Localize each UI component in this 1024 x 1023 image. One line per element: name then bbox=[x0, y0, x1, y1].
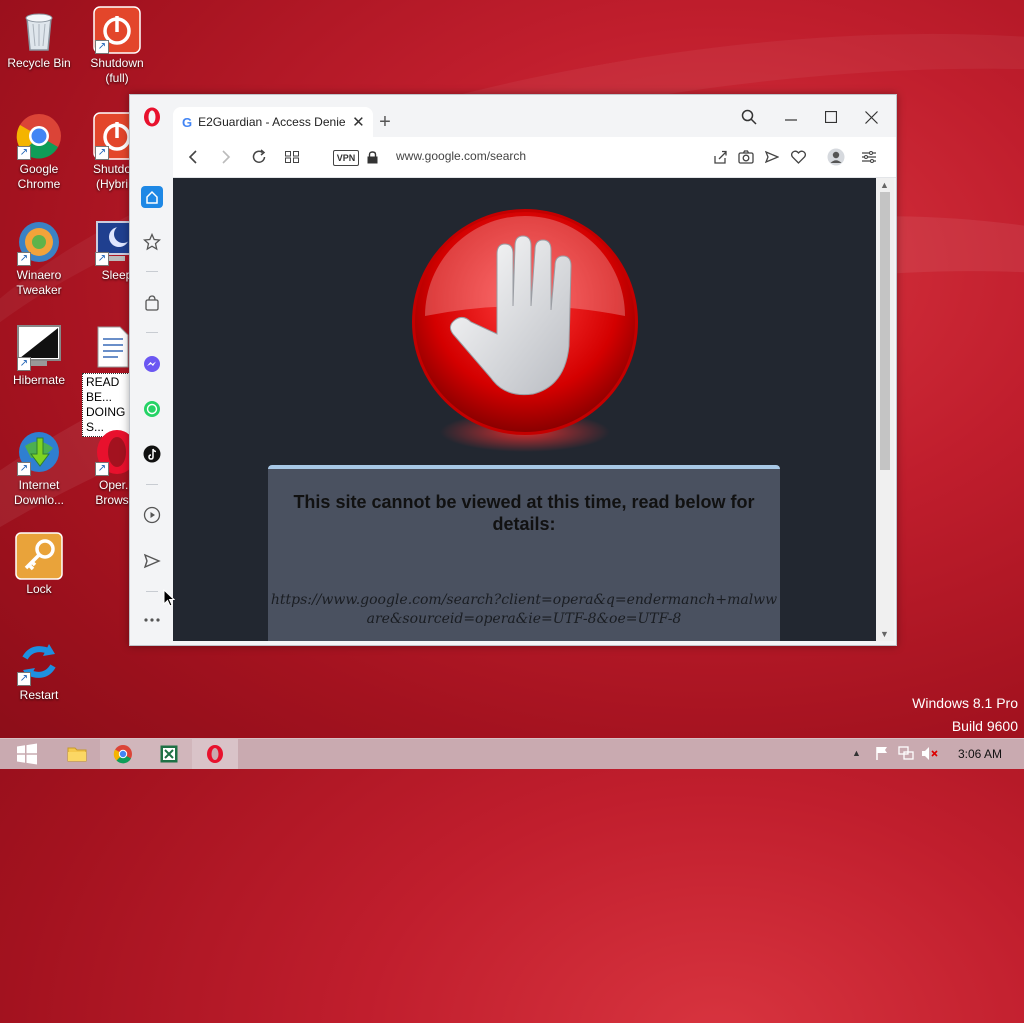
url-text[interactable]: www.google.com/search bbox=[396, 149, 526, 163]
shortcut-arrow-icon: ↗ bbox=[17, 252, 31, 266]
whatsapp-icon[interactable] bbox=[141, 398, 163, 420]
tiktok-icon[interactable] bbox=[141, 443, 163, 465]
send-icon[interactable] bbox=[141, 550, 163, 572]
shortcut-arrow-icon: ↗ bbox=[95, 462, 109, 476]
windows-version-watermark: Windows 8.1 Pro Build 9600 bbox=[912, 692, 1018, 738]
more-icon[interactable] bbox=[141, 609, 163, 631]
winaero-tweaker-icon: ↗ bbox=[15, 218, 63, 266]
desktop-icon-label: Shutdown (full) bbox=[90, 56, 144, 85]
shortcut-arrow-icon: ↗ bbox=[17, 146, 31, 160]
shortcut-arrow-icon: ↗ bbox=[17, 462, 31, 476]
send-to-flow-icon[interactable] bbox=[762, 147, 782, 167]
key-icon bbox=[15, 532, 63, 580]
desktop-icon-label: Internet Downlo... bbox=[13, 478, 65, 507]
lock-icon bbox=[365, 149, 379, 165]
player-icon[interactable] bbox=[141, 504, 163, 526]
new-tab-button[interactable]: + bbox=[373, 109, 397, 135]
recycle-bin-icon bbox=[15, 6, 63, 54]
blocked-url-line-1: https://www.google.com/search?client=ope… bbox=[270, 592, 778, 608]
bag-icon[interactable] bbox=[141, 292, 163, 314]
star-icon[interactable] bbox=[141, 231, 163, 253]
easy-setup-icon[interactable] bbox=[859, 147, 879, 167]
scroll-down-icon[interactable]: ▼ bbox=[880, 629, 889, 639]
vpn-badge[interactable]: VPN bbox=[333, 150, 359, 166]
tab-e2guardian[interactable]: G E2Guardian - Access Denie ✕ bbox=[173, 107, 373, 137]
watermark-line-1: Windows 8.1 Pro bbox=[912, 695, 1018, 711]
show-hidden-icons-icon[interactable]: ▲ bbox=[852, 748, 861, 758]
stop-hand-icon bbox=[405, 206, 645, 456]
tab-title: E2Guardian - Access Denie bbox=[198, 115, 346, 129]
desktop-icon-recycle-bin[interactable]: Recycle Bin bbox=[3, 6, 75, 71]
google-favicon-icon: G bbox=[182, 114, 193, 130]
idm-globe-icon: ↗ bbox=[15, 428, 63, 476]
page-content: This site cannot be viewed at this time,… bbox=[173, 178, 876, 641]
hibernate-monitor-icon: ↗ bbox=[15, 323, 63, 371]
shortcut-arrow-icon: ↗ bbox=[17, 357, 31, 371]
desktop-icon-label: Restart bbox=[19, 688, 59, 702]
desktop-icon-hibernate[interactable]: ↗ Hibernate bbox=[3, 323, 75, 388]
address-bar: VPN www.google.com/search bbox=[173, 137, 896, 178]
minimize-button[interactable] bbox=[779, 105, 803, 129]
power-icon: ↗ bbox=[93, 6, 141, 54]
watermark-line-2: Build 9600 bbox=[951, 718, 1018, 734]
forward-button[interactable] bbox=[216, 147, 236, 167]
desktop-icon-internet-download-manager[interactable]: ↗ Internet Downlo... bbox=[3, 428, 75, 508]
excel-icon[interactable] bbox=[146, 739, 192, 769]
chrome-icon[interactable] bbox=[100, 739, 146, 769]
shortcut-arrow-icon: ↗ bbox=[95, 146, 109, 160]
maximize-button[interactable] bbox=[819, 105, 843, 129]
shortcut-arrow-icon: ↗ bbox=[17, 672, 31, 686]
scroll-up-icon[interactable]: ▲ bbox=[880, 180, 889, 190]
messenger-icon[interactable] bbox=[141, 353, 163, 375]
profile-avatar-icon[interactable] bbox=[826, 147, 846, 167]
opera-browser-window[interactable]: G E2Guardian - Access Denie ✕ + VPN www.… bbox=[129, 94, 897, 646]
block-heading: This site cannot be viewed at this time,… bbox=[293, 492, 755, 534]
desktop-icon-label: Recycle Bin bbox=[7, 56, 71, 70]
desktop-icon-label: Winaero Tweaker bbox=[16, 268, 62, 297]
file-explorer-icon[interactable] bbox=[54, 739, 100, 769]
home-icon[interactable] bbox=[141, 186, 163, 208]
speed-dial-grid-icon[interactable] bbox=[282, 147, 302, 167]
blocked-url-line-2: are&sourceid=opera&ie=UTF-8&oe=UTF-8 bbox=[366, 611, 682, 627]
opera-menu-icon[interactable] bbox=[141, 106, 163, 128]
search-tabs-icon[interactable] bbox=[737, 105, 761, 129]
blocked-url[interactable]: https://www.google.com/search?client=ope… bbox=[268, 591, 780, 629]
desktop-icon-label: Hibernate bbox=[12, 373, 66, 387]
vertical-scrollbar[interactable]: ▲ ▼ bbox=[876, 178, 894, 641]
scrollbar-thumb[interactable] bbox=[880, 192, 890, 470]
share-icon[interactable] bbox=[710, 147, 730, 167]
clock[interactable]: 3:06 AM bbox=[958, 747, 1002, 761]
desktop-icon-restart[interactable]: ↗ Restart bbox=[3, 638, 75, 703]
tab-close-icon[interactable]: ✕ bbox=[352, 113, 365, 131]
volume-muted-icon[interactable] bbox=[921, 746, 939, 766]
snapshot-camera-icon[interactable] bbox=[736, 147, 756, 167]
desktop-icon-shutdown-full[interactable]: ↗ Shutdown (full) bbox=[81, 6, 153, 86]
opera-icon[interactable] bbox=[192, 739, 238, 769]
taskbar: ▲ 3:06 AM bbox=[0, 738, 1024, 769]
start-icon[interactable] bbox=[4, 739, 50, 769]
desktop-icon-winaero-tweaker[interactable]: ↗ Winaero Tweaker bbox=[3, 218, 75, 298]
mouse-cursor-icon bbox=[163, 588, 176, 612]
desktop-icon-label: Lock bbox=[26, 582, 52, 596]
shortcut-arrow-icon: ↗ bbox=[95, 252, 109, 266]
network-icon[interactable] bbox=[898, 746, 914, 766]
desktop-icon-lock[interactable]: Lock bbox=[3, 532, 75, 597]
block-message-panel: This site cannot be viewed at this time,… bbox=[268, 465, 780, 641]
restart-arrows-icon: ↗ bbox=[15, 638, 63, 686]
desktop-icon-google-chrome[interactable]: ↗ Google Chrome bbox=[3, 112, 75, 192]
desktop-icon-label: Google Chrome bbox=[17, 162, 61, 191]
tab-bar: G E2Guardian - Access Denie ✕ + bbox=[173, 95, 896, 137]
opera-sidebar bbox=[130, 95, 173, 645]
close-window-button[interactable] bbox=[859, 105, 883, 129]
chrome-icon: ↗ bbox=[15, 112, 63, 160]
shortcut-arrow-icon: ↗ bbox=[95, 40, 109, 54]
reload-button[interactable] bbox=[249, 147, 269, 167]
heart-bookmark-icon[interactable] bbox=[788, 147, 808, 167]
back-button[interactable] bbox=[183, 147, 203, 167]
action-center-flag-icon[interactable] bbox=[875, 746, 889, 766]
